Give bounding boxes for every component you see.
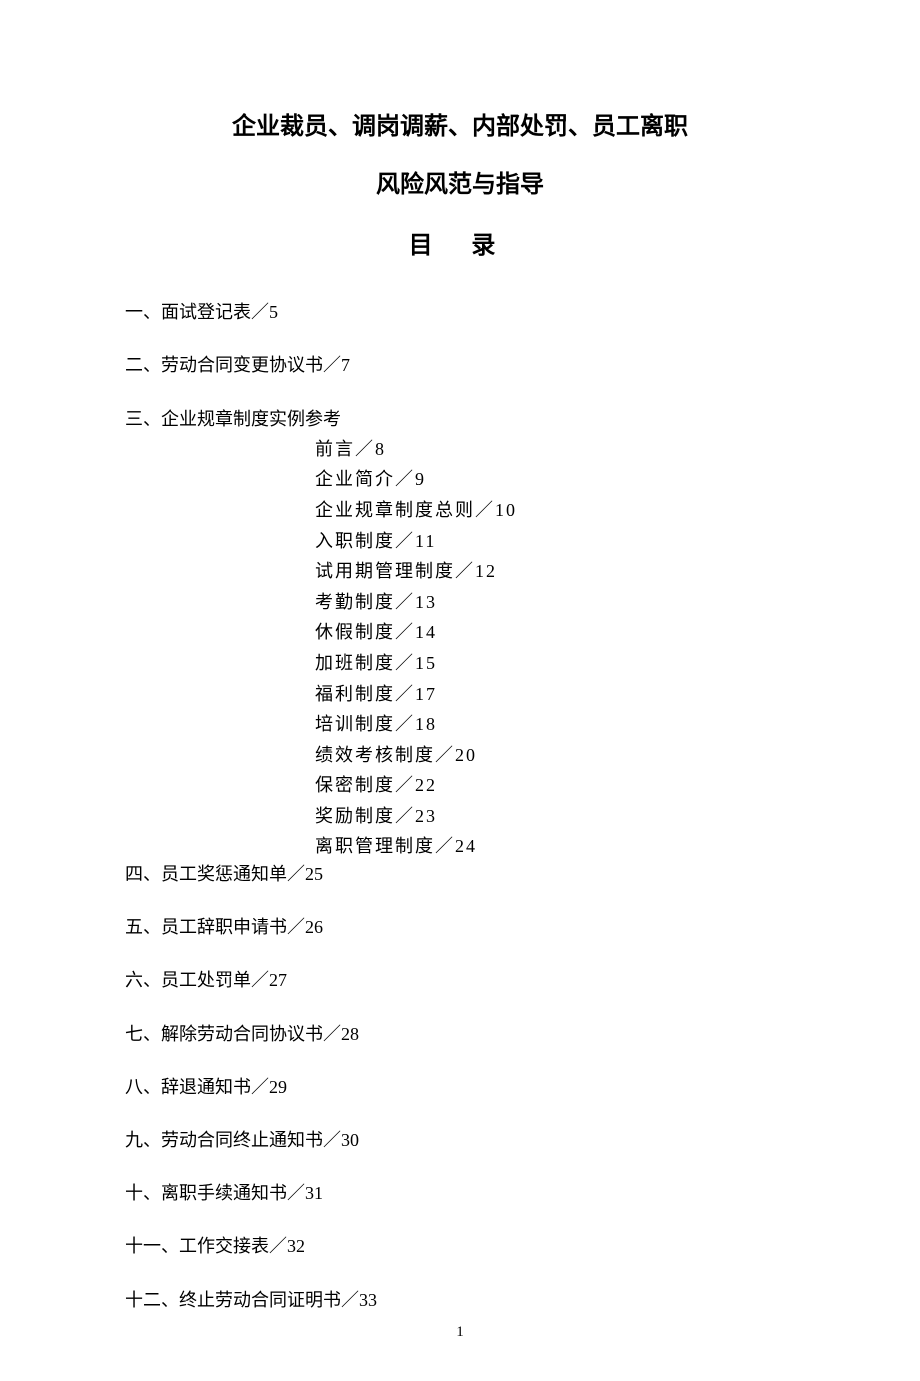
- toc-subitem: 试用期管理制度／12: [315, 556, 795, 587]
- toc-entry: 三、企业规章制度实例参考: [125, 407, 795, 432]
- toc-subitem: 绩效考核制度／20: [315, 740, 795, 771]
- title-block: 企业裁员、调岗调薪、内部处罚、员工离职 风险风范与指导 目 录: [125, 110, 795, 260]
- toc-subitem: 离职管理制度／24: [315, 831, 795, 862]
- toc-subitem: 休假制度／14: [315, 617, 795, 648]
- toc-entry: 十一、工作交接表／32: [125, 1234, 795, 1259]
- toc-entry: 六、员工处罚单／27: [125, 968, 795, 993]
- page-number: 1: [0, 1324, 920, 1341]
- toc-subitem: 加班制度／15: [315, 648, 795, 679]
- title-line-2: 风险风范与指导: [125, 168, 795, 202]
- title-line-1: 企业裁员、调岗调薪、内部处罚、员工离职: [125, 110, 795, 144]
- toc-subitem: 入职制度／11: [315, 526, 795, 557]
- toc-subitem: 企业简介／9: [315, 464, 795, 495]
- toc-body: 一、面试登记表／5 二、劳动合同变更协议书／7 三、企业规章制度实例参考 前言／…: [125, 300, 795, 1313]
- toc-entry: 一、面试登记表／5: [125, 300, 795, 325]
- toc-entry: 八、辞退通知书／29: [125, 1075, 795, 1100]
- toc-entry: 十、离职手续通知书／31: [125, 1181, 795, 1206]
- toc-subitem: 企业规章制度总则／10: [315, 495, 795, 526]
- toc-subitem: 福利制度／17: [315, 679, 795, 710]
- toc-entry: 九、劳动合同终止通知书／30: [125, 1128, 795, 1153]
- toc-subitem: 奖励制度／23: [315, 801, 795, 832]
- toc-entry: 四、员工奖惩通知单／25: [125, 862, 795, 887]
- toc-subitem: 培训制度／18: [315, 709, 795, 740]
- toc-entry: 五、员工辞职申请书／26: [125, 915, 795, 940]
- toc-subitem: 前言／8: [315, 434, 795, 465]
- toc-sublist: 前言／8 企业简介／9 企业规章制度总则／10 入职制度／11 试用期管理制度／…: [315, 434, 795, 862]
- toc-entry: 十二、终止劳动合同证明书／33: [125, 1288, 795, 1313]
- toc-entry: 二、劳动合同变更协议书／7: [125, 353, 795, 378]
- toc-subitem: 保密制度／22: [315, 770, 795, 801]
- document-page: 企业裁员、调岗调薪、内部处罚、员工离职 风险风范与指导 目 录 一、面试登记表／…: [0, 0, 920, 1381]
- toc-subitem: 考勤制度／13: [315, 587, 795, 618]
- toc-entry: 七、解除劳动合同协议书／28: [125, 1022, 795, 1047]
- toc-heading: 目 录: [125, 225, 795, 260]
